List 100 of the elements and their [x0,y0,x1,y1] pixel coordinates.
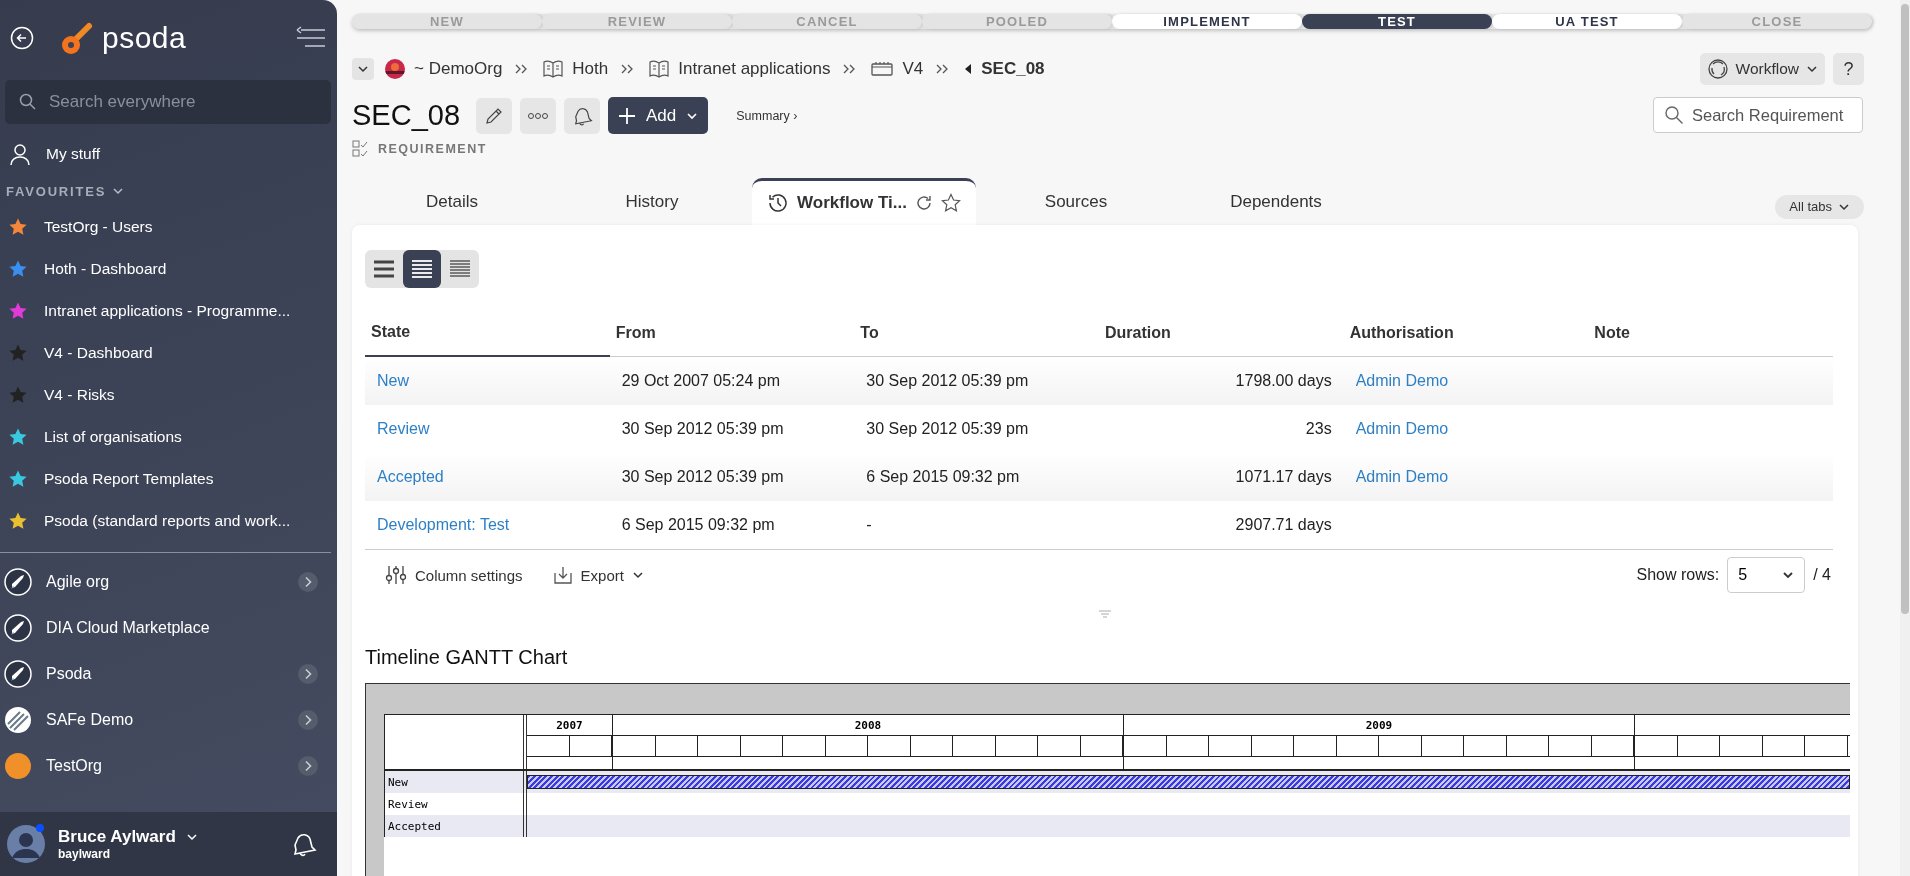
lines-icon [449,259,471,279]
menu-icon[interactable] [295,26,327,50]
chevron-down-icon [357,65,369,73]
user-link[interactable]: Admin Demo [1355,372,1449,389]
search-field[interactable]: Search Requirement [1653,97,1863,133]
workflow-button[interactable]: Workflow [1699,53,1825,85]
show-rows-label: Show rows: [1636,566,1720,584]
favourites-heading[interactable]: FAVOURITES [6,183,107,199]
item-type-label: REQUIREMENT [378,142,487,156]
favourite-link[interactable]: Hoth - Dashboard [44,260,167,278]
tab[interactable]: History [552,179,752,225]
chevron-right-icon[interactable] [297,755,319,777]
column-header[interactable]: To [854,310,1099,356]
favourite-link[interactable]: List of organisations [44,428,182,446]
chevron-right-icon[interactable] [297,663,319,685]
help-button[interactable]: ? [1833,53,1864,85]
username: baylward [58,847,112,861]
avatar-icon[interactable] [6,824,46,864]
column-header[interactable]: Note [1588,310,1833,356]
table-cell: 6 Sep 2015 09:32 pm [621,516,775,533]
column-settings-button[interactable]: Column settings [385,564,523,586]
breadcrumb-link[interactable]: ~ DemoOrg [414,59,503,79]
chevron-down-icon[interactable] [185,833,198,841]
workflow-step[interactable]: TEST [1302,14,1492,29]
checklist-icon [352,140,370,158]
breadcrumb-link[interactable]: V4 [902,59,924,79]
refresh-icon[interactable] [914,194,933,212]
back-button[interactable] [10,26,34,50]
tab[interactable]: Details [352,179,552,225]
state-link[interactable]: Accepted [377,468,444,485]
person-icon [8,142,32,166]
organisation-row[interactable]: Psoda [0,651,337,697]
year-label: 2007 [527,715,612,736]
gantt-row-label: Accepted [388,819,441,833]
favourite-link[interactable]: Intranet applications - Programme... [44,302,291,320]
cycle-icon [1706,58,1729,80]
lines-icon [411,259,433,279]
tab[interactable]: Workflow Ti... [752,178,976,225]
organisation-row[interactable]: Agile org [0,559,337,605]
favourite-link[interactable]: Psoda (standard reports and work... [44,512,291,530]
organisation-row[interactable]: SAFe Demo [0,697,337,743]
search-field[interactable]: Search everywhere [5,80,331,124]
tab[interactable]: Dependents [1176,179,1376,225]
chevron-right-icon[interactable] [297,571,319,593]
organisation-logo-icon [4,752,32,780]
workflow-step[interactable]: IMPLEMENT [1112,14,1302,29]
table-cell: 30 Sep 2012 05:39 pm [866,420,1029,437]
density-button[interactable] [403,250,441,288]
favourite-link[interactable]: V4 - Dashboard [44,344,153,362]
edit-button[interactable] [476,97,512,134]
chevron-right-icon[interactable] [297,709,319,731]
rows-select[interactable]: 5 [1727,557,1806,593]
favourite-link[interactable]: Psoda Report Templates [44,470,214,488]
star-icon[interactable] [940,193,961,213]
scrollbar-thumb[interactable] [1901,4,1909,614]
triangle-left-icon [963,63,974,75]
breadcrumb-link[interactable]: SEC_08 [981,59,1045,79]
user-link[interactable]: Admin Demo [1355,468,1449,485]
state-link[interactable]: Development: Test [377,516,510,533]
export-button[interactable]: Export [552,565,644,585]
user-link[interactable]: Admin Demo [1355,420,1449,437]
sliders-icon [385,564,407,586]
chevron-down-icon [686,111,699,120]
download-icon [552,565,573,585]
breadcrumb-link[interactable]: Intranet applications [678,59,831,79]
more-button[interactable] [520,97,556,134]
summary-link[interactable]: Summary › [736,108,798,123]
chevron-down-icon [1838,202,1850,211]
notify-button[interactable] [564,97,600,134]
favourite-link[interactable]: TestOrg - Users [44,218,153,236]
column-header[interactable]: Authorisation [1343,310,1589,356]
table-cell: 30 Sep 2012 05:39 pm [866,372,1029,389]
table-cell: 30 Sep 2012 05:39 pm [621,468,784,485]
book-icon [542,59,565,79]
add-button[interactable]: Add [608,97,709,134]
resize-handle-icon[interactable] [1098,610,1112,618]
state-link[interactable]: Review [377,420,430,437]
row-total: / 4 [1813,566,1831,584]
organisation-row[interactable]: TestOrg [0,743,337,789]
search-icon [19,93,37,111]
favourite-link[interactable]: V4 - Risks [44,386,115,404]
breadcrumb-link[interactable]: Hoth [572,59,609,79]
lines-icon [373,259,395,279]
column-header[interactable]: Duration [1099,310,1344,356]
chevron-down-icon[interactable] [112,187,125,195]
history-icon [767,192,790,214]
all-tabs-button[interactable]: All tabs [1775,194,1864,219]
state-link[interactable]: New [377,372,409,389]
workflow-step[interactable]: UA TEST [1492,14,1682,29]
chevron-down-icon [1782,571,1795,579]
striped-logo-icon [4,706,32,734]
tab[interactable]: Sources [976,179,1176,225]
dropdown-button[interactable] [352,58,374,80]
page-title: SEC_08 [352,99,460,132]
gantt-row-label: New [388,775,408,789]
my-stuff-link[interactable]: My stuff [46,145,100,163]
search-icon [1664,105,1684,125]
user-name[interactable]: Bruce Aylward [58,827,176,847]
column-header[interactable]: From [609,310,855,356]
organisation-row[interactable]: DIA Cloud Marketplace [0,605,337,651]
